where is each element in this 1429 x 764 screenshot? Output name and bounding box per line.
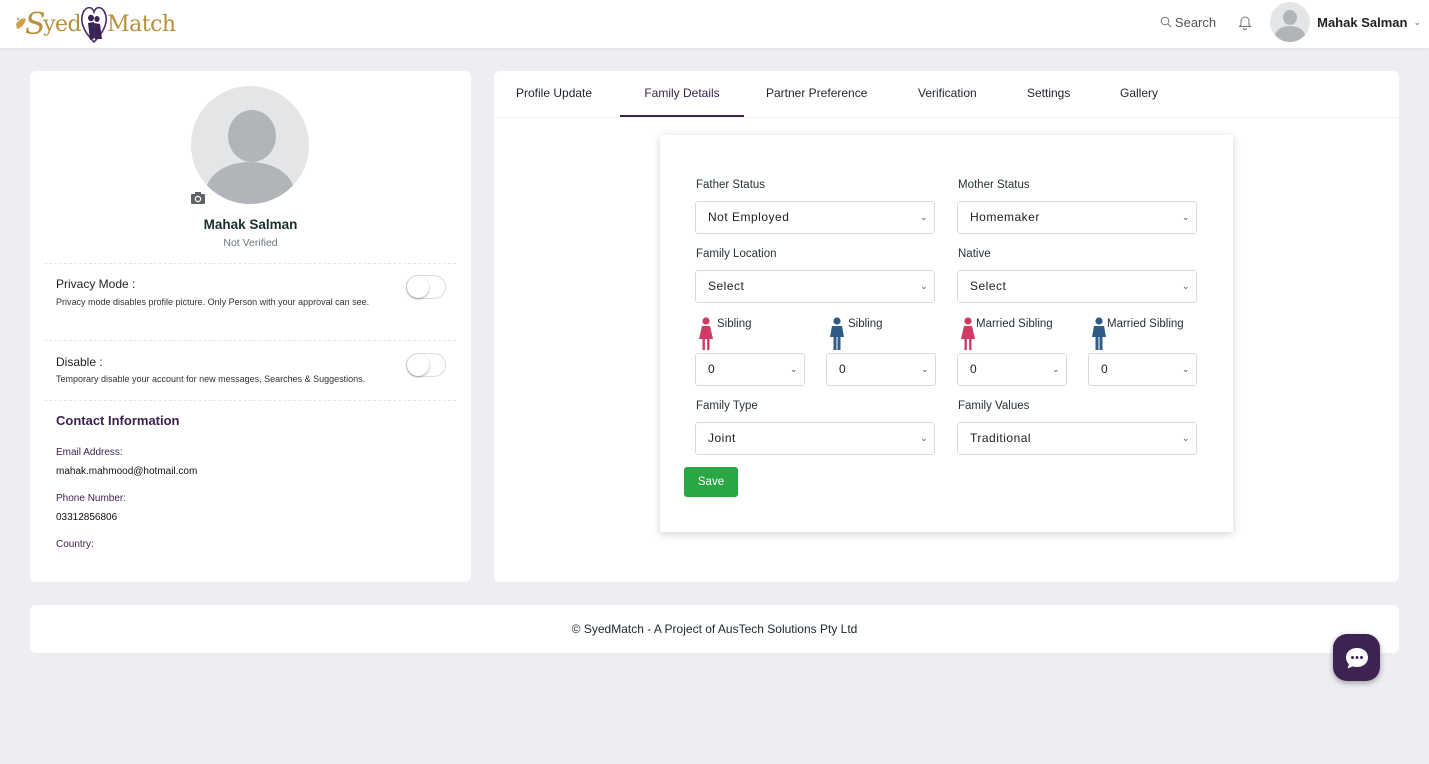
user-avatar [1270,2,1311,42]
notifications-button[interactable] [1238,14,1252,30]
privacy-mode-toggle[interactable] [406,275,446,299]
female-icon [961,317,975,350]
chevron-down-icon: ⌄ [1181,364,1190,374]
tab-partner-preference[interactable]: Partner Preference [766,71,867,117]
profile-name: Mahak Salman [203,217,298,232]
chevron-down-icon: ⌄ [919,281,928,291]
native-select[interactable]: Select ⌄ [957,270,1197,303]
native-label: Native [958,248,991,260]
brand-name-first: yed [43,11,82,37]
tab-settings[interactable]: Settings [1027,71,1070,117]
sisters-select[interactable]: 0 ⌄ [695,353,805,386]
email-value: mahak.mahmood@hotmail.com [56,466,198,477]
country-label: Country: [56,539,94,550]
brand-name-second: Match [107,11,176,37]
chevron-down-icon: ⌄ [1181,281,1190,291]
footer: © SyedMatch - A Project of AusTech Solut… [30,605,1399,653]
contact-info-heading: Contact Information [56,413,180,428]
chat-button[interactable] [1333,634,1380,681]
chevron-down-icon: ⌄ [1181,212,1190,222]
family-location-select[interactable]: Select ⌄ [695,270,935,303]
family-values-label: Family Values [958,400,1030,412]
married-brother-label: Married Sibling [1107,318,1184,330]
mother-status-label: Mother Status [958,179,1030,191]
divider [44,340,456,341]
tab-verification[interactable]: Verification [918,71,977,117]
privacy-mode-description: Privacy mode disables profile picture. O… [56,297,370,307]
married-sisters-select[interactable]: 0 ⌄ [957,353,1067,386]
camera-icon [191,192,205,204]
search-icon [1160,16,1172,28]
profile-tabs: Profile Update Family Details Partner Pr… [494,71,1399,118]
search-label: Search [1174,14,1217,30]
couple-heart-icon [81,6,108,44]
save-button[interactable]: Save [684,467,738,497]
family-values-select[interactable]: Traditional ⌄ [957,422,1197,455]
family-details-form: Father Status Not Employed ⌄ Mother Statu… [660,135,1233,532]
family-type-select[interactable]: Joint ⌄ [695,422,935,455]
top-navbar: S yed Match Search Mahak Salman ⌄ [0,0,1429,48]
chat-bubble-icon [1345,647,1368,668]
family-type-label: Family Type [696,400,758,412]
disable-account-toggle[interactable] [406,353,446,377]
mother-status-select[interactable]: Homemaker ⌄ [957,201,1197,234]
profile-avatar [191,86,309,204]
bell-icon [1238,16,1252,30]
brother-label: Sibling [848,318,883,330]
male-icon [1092,317,1106,350]
user-name: Mahak Salman [1317,14,1408,30]
phone-value: 03312856806 [56,512,118,523]
chevron-down-icon: ⌄ [919,212,928,222]
privacy-mode-title: Privacy Mode : [56,277,136,291]
chevron-down-icon: ⌄ [1051,364,1060,374]
married-brothers-select[interactable]: 0 ⌄ [1088,353,1197,386]
search-link[interactable]: Search [1160,15,1216,30]
chevron-down-icon: ⌄ [1181,433,1190,443]
tab-family-details[interactable]: Family Details [620,71,744,117]
chevron-down-icon: ⌄ [1413,16,1421,27]
brand-logo[interactable]: S yed Match [14,0,176,48]
disable-description: Temporary disable your account for new m… [56,374,366,384]
tab-gallery[interactable]: Gallery [1120,71,1158,117]
male-icon [830,317,844,350]
divider [44,400,456,401]
married-sister-label: Married Sibling [976,318,1053,330]
settings-card: Profile Update Family Details Partner Pr… [494,71,1399,582]
family-location-label: Family Location [696,248,777,260]
profile-card: Mahak Salman Not Verified Privacy Mode :… [30,71,471,582]
change-photo-button[interactable] [191,191,205,209]
sister-label: Sibling [717,318,752,330]
female-icon [699,317,713,350]
chevron-down-icon: ⌄ [919,433,928,443]
email-label: Email Address: [56,447,123,458]
father-status-label: Father Status [696,179,766,191]
footer-copyright: © SyedMatch - A Project of AusTech Solut… [571,622,858,636]
chevron-down-icon: ⌄ [920,364,929,374]
tab-profile-update[interactable]: Profile Update [516,71,592,117]
user-menu[interactable]: Mahak Salman ⌄ [1270,2,1421,42]
divider [44,263,456,264]
disable-title: Disable : [56,355,103,369]
phone-label: Phone Number: [56,493,127,504]
verification-status: Not Verified [223,237,278,249]
chevron-down-icon: ⌄ [789,364,798,374]
brothers-select[interactable]: 0 ⌄ [826,353,936,386]
father-status-select[interactable]: Not Employed ⌄ [695,201,935,234]
